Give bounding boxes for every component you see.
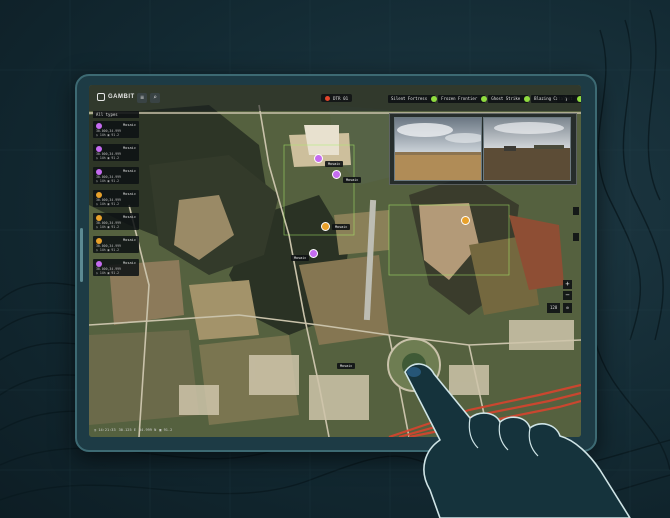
- panel-toggle-icon[interactable]: [557, 95, 565, 103]
- asset-card[interactable]: Mosaic 30.000,34.999 ◷ 14h ▣ 91.2: [93, 213, 139, 230]
- video-feeds-panel: [389, 113, 577, 185]
- logo-icon: [97, 93, 105, 101]
- asset-meta: ◷ 14h ▣ 91.2: [96, 271, 120, 275]
- layer-button[interactable]: 128: [547, 303, 561, 313]
- camera-tab-label: Silent Fortress: [391, 96, 428, 101]
- zoom-out-button[interactable]: −: [563, 291, 572, 300]
- camera-status-icon: [576, 96, 581, 102]
- camera-status-icon: [431, 96, 438, 102]
- asset-card[interactable]: Mosaic 30.000,34.999 ◷ 14h ▣ 91.2: [93, 259, 139, 276]
- asset-meta: ◷ 14h ▣ 91.2: [96, 248, 120, 252]
- asset-card[interactable]: Mosaic 30.000,34.999 ◷ 14h ▣ 91.2: [93, 190, 139, 207]
- video-feed-2[interactable]: [483, 117, 571, 181]
- marker-label: Mosaic: [291, 255, 310, 261]
- marker-label: Mosaic: [325, 161, 344, 167]
- record-dot-icon: [325, 95, 330, 101]
- app-logo[interactable]: GAMBIT: [97, 93, 135, 101]
- recording-status[interactable]: DTR 01: [321, 94, 353, 102]
- video-frame: [395, 118, 481, 180]
- drone-marker[interactable]: [332, 170, 341, 179]
- camera-tab-silent-fortress[interactable]: Silent Fortress: [388, 95, 438, 103]
- info-latitude: 34.999 N: [138, 428, 157, 432]
- marker-label: Mosaic: [337, 363, 356, 369]
- type-filter-dropdown[interactable]: All types: [93, 111, 139, 118]
- camera-status-icon: [524, 96, 531, 102]
- asset-card[interactable]: Mosaic 30.000,34.999 ◷ 14h ▣ 91.2: [93, 236, 139, 253]
- asset-meta: ◷ 14h ▣ 91.2: [96, 179, 120, 183]
- asset-meta: ◷ 14h ▣ 91.2: [96, 133, 120, 137]
- zoom-in-button[interactable]: +: [563, 280, 572, 289]
- info-meta: ▣ 91.2: [159, 428, 173, 432]
- camera-tabs: Silent Fortress Frozen Frontier Ghost St…: [388, 95, 581, 103]
- logo-text: GAMBIT: [108, 94, 135, 100]
- info-longitude: 30.125 E: [118, 428, 136, 432]
- asset-name: Mosaic: [123, 123, 136, 127]
- layer-expand-icon[interactable]: [573, 233, 579, 241]
- asset-name: Mosaic: [123, 192, 136, 196]
- panel-close-icon[interactable]: [567, 95, 575, 103]
- video-frame: [484, 118, 570, 180]
- marker-label: Mosaic: [343, 177, 362, 183]
- camera-tab-frozen-frontier[interactable]: Frozen Frontier: [438, 95, 488, 103]
- drone-marker[interactable]: [314, 154, 323, 163]
- camera-tab-label: Ghost Strike: [491, 96, 521, 101]
- asset-sidebar: All types Mosaic 30.000,34.999 ◷ 14h ▣ 9…: [93, 111, 139, 282]
- settings-icon[interactable]: ⚙: [563, 303, 572, 313]
- drone-marker[interactable]: [309, 249, 318, 258]
- tablet-side-button[interactable]: [80, 228, 83, 282]
- camera-tab-ghost-strike[interactable]: Ghost Strike: [488, 95, 531, 103]
- asset-meta: ◷ 14h ▣ 91.2: [96, 202, 120, 206]
- asset-meta: ◷ 14h ▣ 91.2: [96, 156, 120, 160]
- video-feed-1[interactable]: [394, 117, 482, 181]
- camera-status-icon: [481, 96, 488, 102]
- map-buttons: 128 ⚙: [547, 303, 572, 313]
- asset-card[interactable]: Mosaic 30.000,34.999 ◷ 14h ▣ 91.2: [93, 167, 139, 184]
- info-time: ◷ 14:21:33: [94, 428, 116, 432]
- asset-meta: ◷ 14h ▣ 91.2: [96, 225, 120, 229]
- asset-name: Mosaic: [123, 146, 136, 150]
- map-info-bar: ◷ 14:21:33 30.125 E 34.999 N ▣ 91.2: [94, 428, 172, 432]
- asset-name: Mosaic: [123, 169, 136, 173]
- map-screen[interactable]: GAMBIT ≡ ⌕ DTR 01 Silent Fortress Frozen…: [89, 85, 581, 437]
- status-text: DTR 01: [333, 95, 349, 101]
- asset-card[interactable]: Mosaic 30.000,34.999 ◷ 14h ▣ 91.2: [93, 121, 139, 138]
- layer-expand-icon[interactable]: [573, 207, 579, 215]
- asset-name: Mosaic: [123, 261, 136, 265]
- asset-name: Mosaic: [123, 238, 136, 242]
- menu-icon[interactable]: ≡: [137, 93, 147, 103]
- marker-label: Mosaic: [332, 224, 351, 230]
- search-icon[interactable]: ⌕: [150, 93, 160, 103]
- asset-card[interactable]: Mosaic 30.000,34.999 ◷ 14h ▣ 91.2: [93, 144, 139, 161]
- zoom-controls: + −: [563, 280, 572, 302]
- asset-name: Mosaic: [123, 215, 136, 219]
- aircraft-marker[interactable]: [461, 216, 470, 225]
- aircraft-marker[interactable]: [321, 222, 330, 231]
- camera-tab-label: Frozen Frontier: [441, 96, 478, 101]
